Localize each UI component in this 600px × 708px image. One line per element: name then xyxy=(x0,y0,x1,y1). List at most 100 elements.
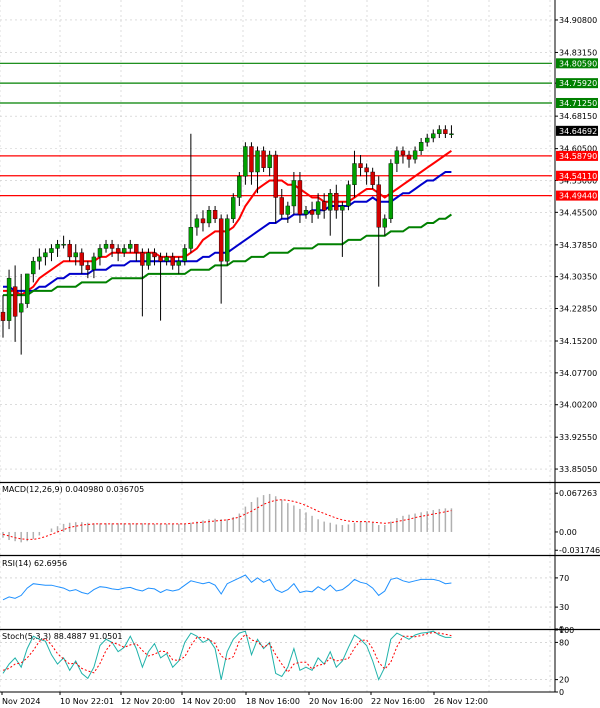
candle xyxy=(225,214,230,266)
candle-body xyxy=(297,180,303,215)
rsi-label: RSI(14) 62.6956 xyxy=(2,559,67,568)
candle-body xyxy=(321,201,327,211)
candle xyxy=(73,244,78,266)
candle xyxy=(267,150,272,177)
candle xyxy=(370,167,375,189)
candle xyxy=(425,133,430,147)
candle xyxy=(231,193,236,223)
candle-body xyxy=(273,154,278,198)
candle-body xyxy=(43,252,48,258)
candle-body xyxy=(358,163,363,168)
candle xyxy=(140,248,145,317)
stoch-panel: Stoch(5,3,3) 88.4887 91.0501 100 80 20 0 xyxy=(0,626,574,697)
candle-body xyxy=(115,248,121,253)
candle xyxy=(321,193,327,219)
candle-body xyxy=(376,184,381,228)
candle xyxy=(255,146,260,194)
candle xyxy=(412,146,418,164)
candle-body xyxy=(6,277,12,321)
candle xyxy=(346,180,351,211)
stoch-tick-label: 80 xyxy=(559,638,569,647)
panel-frames xyxy=(0,481,600,631)
stoch-tick-label: 100 xyxy=(559,626,574,635)
candle xyxy=(188,133,194,253)
candle-body xyxy=(231,197,236,219)
candle-body xyxy=(334,193,339,211)
price-tick-label: 34.90800 xyxy=(559,16,597,25)
stoch-tick-label: 0 xyxy=(559,688,564,697)
time-tick-label: 26 Nov 12:00 xyxy=(434,697,488,706)
candle xyxy=(291,171,297,215)
candle xyxy=(273,150,278,223)
candle xyxy=(358,155,363,177)
price-tag-label: 34.49440 xyxy=(559,192,597,201)
candle xyxy=(394,146,400,172)
candle xyxy=(18,273,24,355)
time-tick-label: 22 Nov 16:00 xyxy=(371,697,425,706)
candle-body xyxy=(212,210,218,219)
candle xyxy=(49,244,54,262)
candle-body xyxy=(37,256,42,262)
candle xyxy=(115,244,121,262)
candle-body xyxy=(255,150,260,173)
candle-body xyxy=(418,142,424,151)
price-tag-label: 34.71250 xyxy=(559,99,597,108)
candle-body xyxy=(225,218,230,262)
candle xyxy=(0,295,6,338)
candle xyxy=(158,252,163,321)
candle xyxy=(176,256,181,274)
price-tick-label: 34.07700 xyxy=(559,369,597,378)
candle xyxy=(91,252,97,279)
candle-body xyxy=(412,150,418,160)
candle-body xyxy=(279,197,284,215)
candle-body xyxy=(388,163,394,219)
candle-body xyxy=(370,171,375,185)
price-tick-label: 34.83150 xyxy=(559,48,597,57)
candle xyxy=(182,244,188,266)
candle xyxy=(146,248,151,270)
candle-body xyxy=(103,243,109,249)
candle xyxy=(79,248,84,274)
candle-body xyxy=(303,210,309,215)
price-tick-label: 34.68150 xyxy=(559,112,597,121)
candle xyxy=(400,146,406,164)
candle-body xyxy=(394,150,400,164)
candle-body xyxy=(285,205,291,215)
price-tag-label: 34.75920 xyxy=(559,79,597,88)
macd-panel: MACD(12,26,9) 0.040980 0.036705 0.067263 0… xyxy=(2,485,600,555)
candle xyxy=(121,244,127,257)
candle xyxy=(85,261,91,279)
price-tag: 34.71250 xyxy=(556,97,598,108)
price-tag: 34.80590 xyxy=(556,58,598,69)
candle-body xyxy=(206,210,212,224)
candle xyxy=(67,239,72,262)
price-tick-label: 34.45500 xyxy=(559,208,597,217)
candle-body xyxy=(31,260,36,275)
candle-body xyxy=(443,129,448,134)
candle xyxy=(437,125,442,139)
price-tag: 34.54110 xyxy=(556,170,598,181)
price-tick-label: 34.30350 xyxy=(559,273,597,282)
candle xyxy=(103,239,109,253)
candle xyxy=(243,142,248,185)
candle-body xyxy=(152,252,157,258)
candle xyxy=(37,248,42,270)
candle-body xyxy=(249,146,254,173)
candle xyxy=(340,201,345,257)
price-tag: 34.49440 xyxy=(556,190,598,201)
candle-body xyxy=(340,205,345,211)
candle xyxy=(61,235,66,249)
candle-body xyxy=(309,210,315,215)
candle-body xyxy=(85,265,91,270)
candle-body xyxy=(164,256,169,262)
price-tick-label: 33.85050 xyxy=(559,465,597,474)
candle xyxy=(303,205,309,219)
candle xyxy=(212,205,218,223)
candle-body xyxy=(346,184,351,207)
candle-body xyxy=(218,218,224,262)
candle-body xyxy=(182,248,188,262)
time-tick-label: 14 Nov 20:00 xyxy=(182,697,236,706)
candle-body xyxy=(328,193,333,211)
price-tick-label: 34.37850 xyxy=(559,241,597,250)
grid-lines xyxy=(0,0,552,692)
